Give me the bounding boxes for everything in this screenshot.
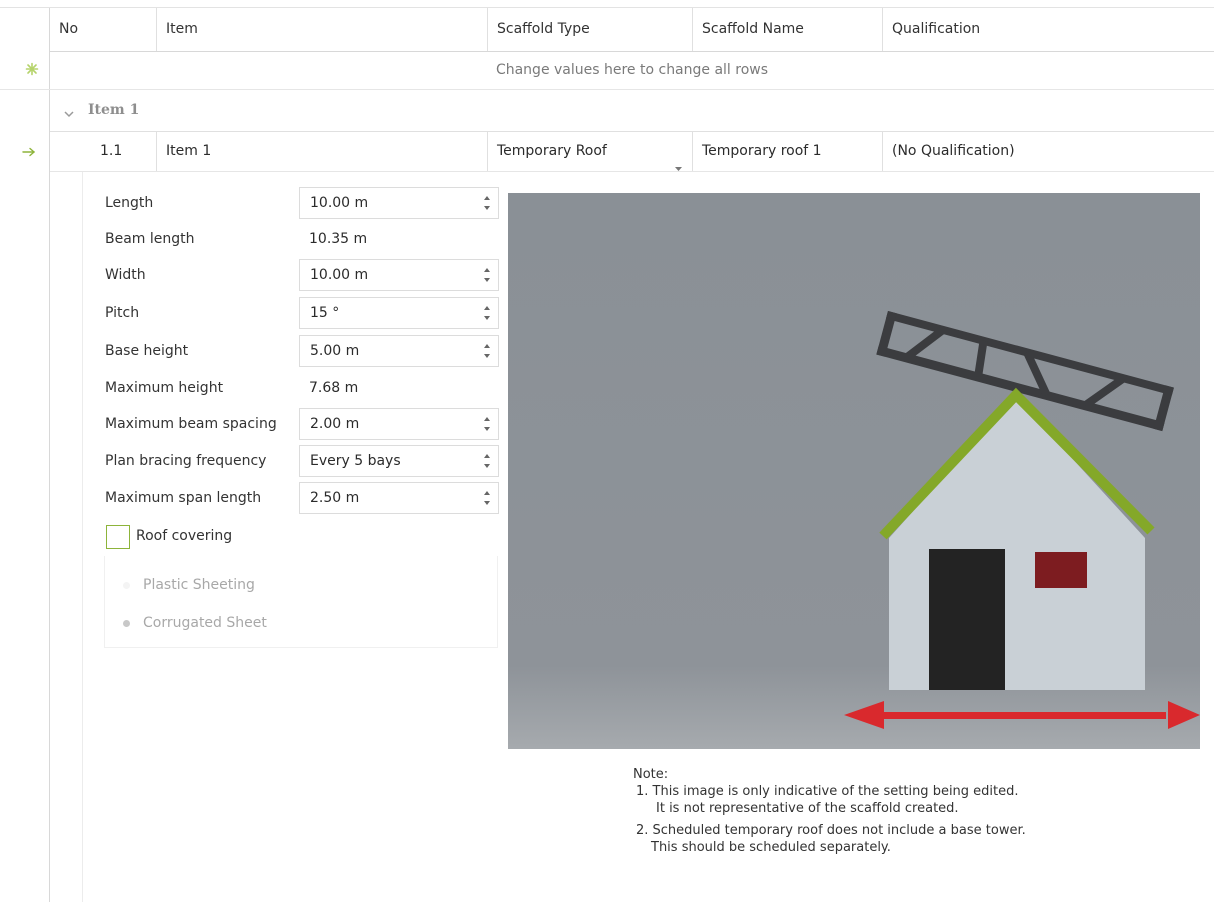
temporary-roof-illustration xyxy=(508,193,1200,749)
spinner-arrows-icon[interactable] xyxy=(482,265,492,285)
length-value: 10.00 m xyxy=(310,195,369,211)
spinner-arrows-icon[interactable] xyxy=(482,414,492,434)
maximum-beam-spacing-input[interactable]: 2.00 m xyxy=(299,408,499,440)
grid-header: No Item Scaffold Type Scaffold Name Qual… xyxy=(50,8,1214,52)
maximum-beam-spacing-value: 2.00 m xyxy=(310,416,360,432)
radio-plastic-sheeting-label: Plastic Sheeting xyxy=(143,577,255,593)
plan-bracing-frequency-input[interactable]: Every 5 bays xyxy=(299,445,499,477)
column-header-scaffold-type[interactable]: Scaffold Type xyxy=(488,8,693,51)
length-label: Length xyxy=(105,195,154,211)
spinner-arrows-icon[interactable] xyxy=(482,303,492,323)
sparkle-icon xyxy=(25,62,39,76)
dropdown-arrow-icon[interactable] xyxy=(675,149,682,171)
pitch-value: 15 ° xyxy=(310,305,340,321)
column-header-no[interactable]: No xyxy=(50,8,157,51)
base-height-input[interactable]: 5.00 m xyxy=(299,335,499,367)
group-row[interactable]: Item 1 xyxy=(50,90,1214,132)
group-label: Item 1 xyxy=(88,102,140,118)
spinner-arrows-icon[interactable] xyxy=(482,193,492,213)
row-number: 1.1 xyxy=(100,143,123,159)
change-all-rows-text: Change values here to change all rows xyxy=(495,62,769,78)
length-input[interactable]: 10.00 m xyxy=(299,187,499,219)
radio-plastic-sheeting[interactable] xyxy=(123,582,130,589)
row-scaffold-name-cell[interactable]: Temporary roof 1 xyxy=(693,132,883,171)
plan-bracing-frequency-label: Plan bracing frequency xyxy=(105,453,267,469)
note-heading: Note: xyxy=(633,767,669,782)
spinner-arrows-icon[interactable] xyxy=(482,488,492,508)
note-line-1a: 1. This image is only indicative of the … xyxy=(636,784,1019,799)
top-border xyxy=(0,0,1214,8)
base-height-value: 5.00 m xyxy=(310,343,360,359)
width-value: 10.00 m xyxy=(310,267,369,283)
house-window xyxy=(1035,552,1087,588)
maximum-beam-spacing-label: Maximum beam spacing xyxy=(105,416,277,432)
roof-covering-label: Roof covering xyxy=(136,528,233,544)
column-header-qualification[interactable]: Qualification xyxy=(883,8,1214,51)
beam-length-value: 10.35 m xyxy=(309,231,368,247)
house-door xyxy=(929,549,1005,690)
note-line-1b: It is not representative of the scaffold… xyxy=(656,801,959,816)
spinner-arrows-icon[interactable] xyxy=(482,451,492,471)
width-input[interactable]: 10.00 m xyxy=(299,259,499,291)
pitch-label: Pitch xyxy=(105,305,140,321)
change-all-rows-row[interactable]: Change values here to change all rows xyxy=(0,52,1214,90)
pitch-input[interactable]: 15 ° xyxy=(299,297,499,329)
roof-covering-checkbox[interactable] xyxy=(106,525,130,549)
row-scaffold-type-cell[interactable]: Temporary Roof xyxy=(488,132,693,171)
width-label: Width xyxy=(105,267,146,283)
row-item-cell[interactable]: Item 1 xyxy=(157,132,488,171)
table-row[interactable]: 1.1 Item 1 Temporary Roof Temporary roof… xyxy=(50,132,1214,172)
maximum-span-length-label: Maximum span length xyxy=(105,490,262,506)
beam-length-label: Beam length xyxy=(105,231,195,247)
note-line-2b: This should be scheduled separately. xyxy=(651,840,891,855)
scaffold-type-value: Temporary Roof xyxy=(497,143,607,159)
row-qualification-cell[interactable]: (No Qualification) xyxy=(883,132,1214,171)
maximum-span-length-input[interactable]: 2.50 m xyxy=(299,482,499,514)
radio-corrugated-sheet-label: Corrugated Sheet xyxy=(143,615,267,631)
chevron-down-icon[interactable] xyxy=(64,106,74,118)
radio-corrugated-sheet[interactable] xyxy=(123,620,130,627)
note-line-2a: 2. Scheduled temporary roof does not inc… xyxy=(636,823,1026,838)
setting-preview-image xyxy=(508,193,1200,749)
spinner-arrows-icon[interactable] xyxy=(482,341,492,361)
column-header-item[interactable]: Item xyxy=(157,8,488,51)
column-header-scaffold-name[interactable]: Scaffold Name xyxy=(693,8,883,51)
row-indicator-column xyxy=(0,8,50,902)
maximum-span-length-value: 2.50 m xyxy=(310,490,360,506)
plan-bracing-frequency-value: Every 5 bays xyxy=(310,453,401,469)
arrow-right-icon xyxy=(22,146,36,158)
maximum-height-value: 7.68 m xyxy=(309,380,359,396)
base-height-label: Base height xyxy=(105,343,189,359)
maximum-height-label: Maximum height xyxy=(105,380,224,396)
